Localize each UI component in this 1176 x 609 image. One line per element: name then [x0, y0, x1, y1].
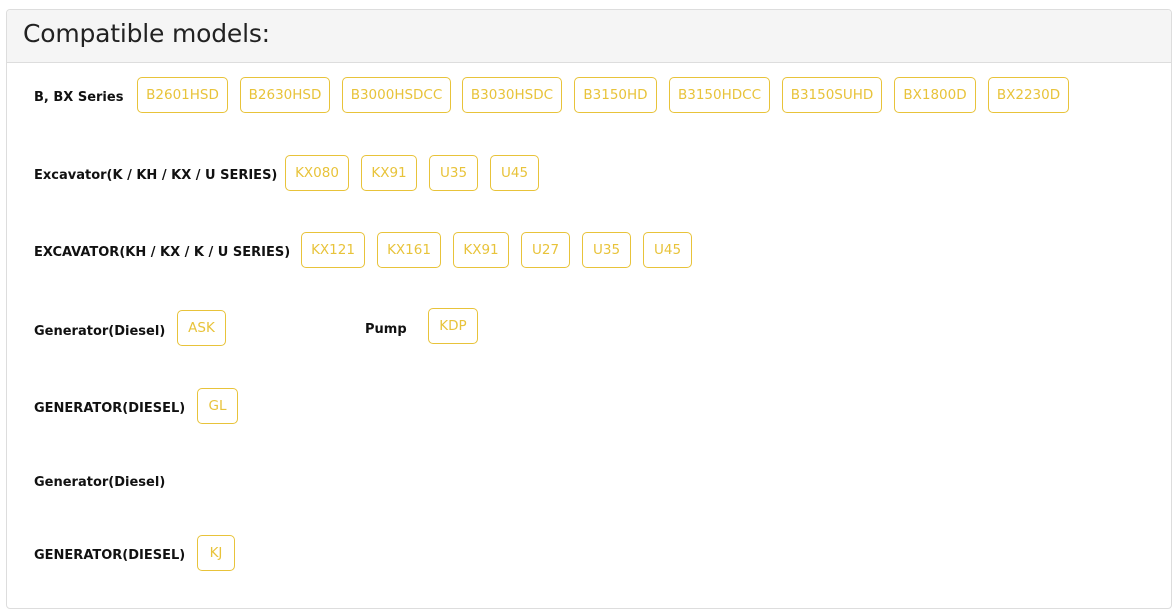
series-label-generator-upper: GENERATOR(DIESEL): [34, 401, 186, 416]
model-tag[interactable]: B3000HSDCC: [342, 77, 451, 113]
model-tag[interactable]: U45: [643, 232, 692, 268]
model-tag[interactable]: BX2230D: [988, 77, 1069, 113]
model-tag[interactable]: U27: [521, 232, 570, 268]
model-tag[interactable]: B2601HSD: [137, 77, 228, 113]
series-label-generator: Generator(Diesel): [34, 475, 166, 490]
model-tag[interactable]: B2630HSD: [240, 77, 330, 113]
model-tag[interactable]: KX91: [361, 155, 417, 191]
model-tag[interactable]: B3030HSDC: [462, 77, 562, 113]
model-tag[interactable]: ASK: [177, 310, 226, 346]
series-label-pump: Pump: [365, 322, 407, 337]
model-tag[interactable]: KDP: [428, 308, 478, 344]
model-tag[interactable]: B3150SUHD: [782, 77, 882, 113]
model-tag[interactable]: KJ: [197, 535, 235, 571]
model-tag[interactable]: KX91: [453, 232, 509, 268]
model-tag[interactable]: U35: [429, 155, 478, 191]
model-tag[interactable]: B3150HDCC: [669, 77, 770, 113]
series-label-excavator-upper: EXCAVATOR(KH / KX / K / U SERIES): [34, 245, 291, 260]
panel-header: Compatible models:: [7, 10, 1171, 63]
model-tag[interactable]: KX080: [285, 155, 349, 191]
model-tag[interactable]: BX1800D: [894, 77, 976, 113]
model-tag[interactable]: B3150HD: [574, 77, 657, 113]
series-label-generator-upper: GENERATOR(DIESEL): [34, 548, 186, 563]
model-tag[interactable]: U35: [582, 232, 631, 268]
panel-title: Compatible models:: [23, 19, 270, 48]
model-tag[interactable]: U45: [490, 155, 539, 191]
model-tag[interactable]: GL: [197, 388, 238, 424]
series-label-excavator: Excavator(K / KH / KX / U SERIES): [34, 168, 278, 183]
series-label-generator: Generator(Diesel): [34, 324, 166, 339]
model-tag[interactable]: KX121: [301, 232, 365, 268]
model-tag[interactable]: KX161: [377, 232, 441, 268]
series-label-b-bx: B, BX Series: [34, 90, 124, 105]
